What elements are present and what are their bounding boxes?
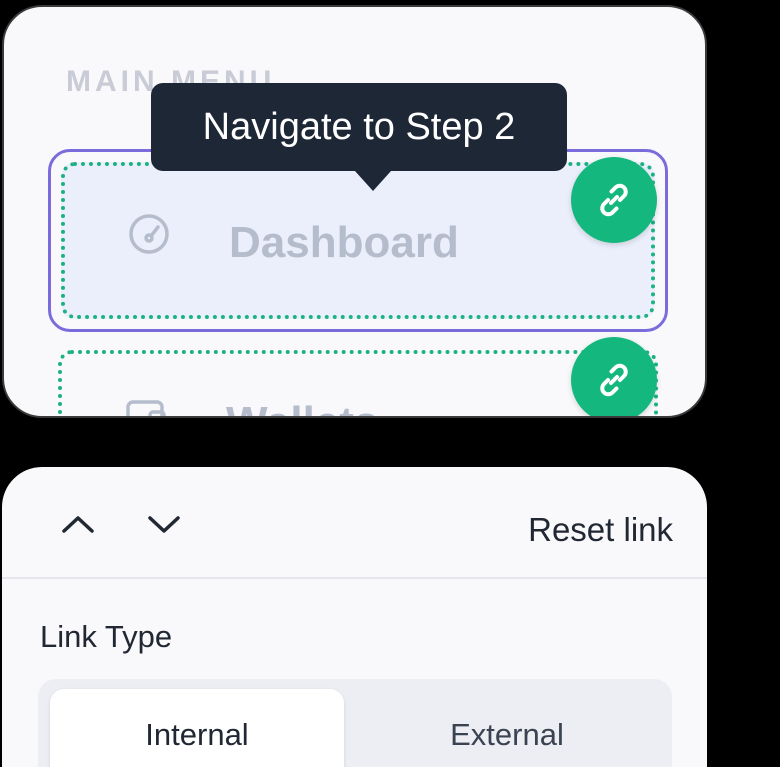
link-type-label: Link Type [40, 619, 173, 654]
link-badge-wallets[interactable] [571, 337, 657, 416]
menu-item-label: Wallets [226, 398, 378, 416]
link-settings-panel: Reset link Link Type Internal External [2, 467, 707, 767]
link-type-external-option[interactable]: External [360, 689, 654, 767]
link-type-toggle: Internal External [38, 679, 672, 767]
reset-link-button[interactable]: Reset link [528, 511, 673, 549]
step-tooltip: Navigate to Step 2 [151, 83, 567, 191]
panel-toolbar: Reset link [2, 467, 707, 579]
wallet-icon [126, 400, 166, 416]
menu-item-label: Dashboard [229, 218, 459, 267]
link-type-internal-option[interactable]: Internal [50, 689, 344, 767]
link-badge-dashboard[interactable] [571, 157, 657, 243]
gauge-icon [129, 214, 169, 254]
link-icon [600, 183, 628, 217]
menu-preview-card: MAIN MENU Dashboard Wallets Navigat [2, 5, 707, 418]
link-icon [600, 363, 628, 397]
chevron-up-icon[interactable] [58, 509, 98, 539]
chevron-down-icon[interactable] [144, 509, 184, 539]
